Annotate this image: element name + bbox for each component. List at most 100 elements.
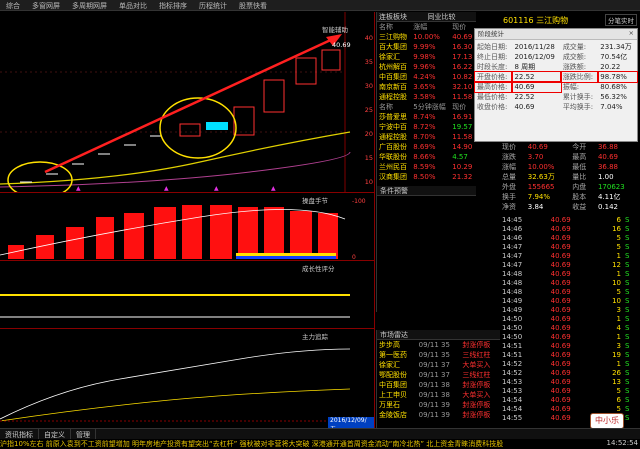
list-item[interactable]: 广百股份 8.69% 14.90 <box>377 142 476 152</box>
list-item[interactable]: 上工申贝 09/11 38 大单买入 <box>377 390 500 400</box>
menu-item[interactable]: 股票快看 <box>233 0 273 10</box>
dialog-title: 阶段统计 <box>475 29 637 40</box>
list-item[interactable]: 通程控股 3.58% 11.58 <box>377 92 476 102</box>
stock-code-name: 601116 三江购物 <box>503 15 569 25</box>
col-header[interactable]: 名称 <box>377 22 411 32</box>
sub-panel-mainforce[interactable]: 主力追踪 2016/12/09/五 <box>0 328 375 433</box>
close-icon[interactable]: × <box>629 29 634 37</box>
table-row: 14:47 40.69 5 S <box>502 242 630 251</box>
col-header[interactable]: 现价 <box>450 22 476 32</box>
list-item[interactable]: 三江购物 10.00% 40.69 <box>377 32 476 42</box>
col-header[interactable]: 5分钟涨幅 <box>411 102 450 112</box>
tab-manage[interactable]: 管理 <box>71 429 96 439</box>
candle <box>295 57 317 85</box>
news-ticker[interactable]: 沪指10%左右 前原入袁到不工资前望增加 明年房地产投资有望突出“去杠杆” 强秋… <box>0 439 640 449</box>
col-header[interactable]: 名称 <box>377 102 411 112</box>
tab-custom[interactable]: 自定义 <box>39 429 71 439</box>
mainforce-svg <box>0 348 351 422</box>
list-item[interactable]: 汉商集团 8.50% 21.32 <box>377 172 476 182</box>
table-row: 14:50 40.69 1 S <box>502 314 630 323</box>
table-row: 14:52 40.69 26 S <box>502 368 630 377</box>
menu-item[interactable]: 综合 <box>0 0 26 10</box>
table-row: 14:51 40.69 3 S <box>502 341 630 350</box>
list-item[interactable]: 莎普爱思 8.74% 16.91 <box>377 112 476 122</box>
list-item[interactable]: 宁波中百 8.72% 19.57 <box>377 122 476 132</box>
quote-header: 601116 三江购物 分笔实时 <box>500 12 640 28</box>
list-item[interactable]: 鄂配股份 09/11 37 三线红柱 <box>377 370 500 380</box>
svg-text:▲: ▲ <box>271 185 276 192</box>
period-stats-dialog: 阶段统计 × 起始日期: 2016/11/28 成交量: 231.34万 终止日期: 2… <box>473 28 638 142</box>
list-item[interactable]: 徐家汇 9.98% 17.13 <box>377 52 476 62</box>
table-row: 14:52 40.69 1 S <box>502 359 630 368</box>
candle <box>263 79 285 113</box>
tab-sector[interactable]: 连板板块 <box>377 12 428 21</box>
list-item[interactable]: 百大集团 9.99% 16.30 <box>377 42 476 52</box>
highlight-ellipse <box>7 161 73 199</box>
table-row: 14:46 40.69 16 S <box>502 224 630 233</box>
tab-indicator[interactable]: 资讯指标 <box>0 429 39 439</box>
tick-mode-button[interactable]: 分笔实时 <box>605 14 637 26</box>
top-menu-bar: 综合 多窗网屏 多周期网屏 单品对比 指标排序 历程统计 股票快看 <box>0 0 640 11</box>
stock-list-panel: 连板板块 同业比较 名称 涨幅 现价 三江购物 10.00% 40.69 百大集团 9… <box>376 12 476 312</box>
market-radar-panel: 市场雷达 步步高 09/11 35 封涨停板 第一医药 09/11 35 三线红柱 徐家… <box>376 330 500 428</box>
chart-tag: 智能辅助 <box>322 26 348 34</box>
table-row: 14:48 40.69 1 S <box>502 269 630 278</box>
sub-panel-operator[interactable]: 操盘手节 -100 0 <box>0 192 375 261</box>
ticker-text: 沪指10%左右 前原入袁到不工资前望增加 明年房地产投资有望突出“去杠杆” 强秋… <box>0 440 504 448</box>
table-row: 14:50 40.69 4 S <box>502 323 630 332</box>
list-item[interactable]: 兰州民百 8.59% 10.29 <box>377 162 476 172</box>
highlight-box <box>206 122 228 130</box>
svg-text:-100: -100 <box>352 198 366 205</box>
kline-chart[interactable]: ▲ ▲ ▲ ▲ 智能辅助 40.69 40 35 30 25 20 15 10 <box>0 12 375 199</box>
table-row: 14:50 40.69 1 S <box>502 332 630 341</box>
sub-panel-title: 操盘手节 <box>302 197 328 205</box>
table-row: 14:48 40.69 10 S <box>502 278 630 287</box>
menu-item[interactable]: 历程统计 <box>193 0 233 10</box>
list-item[interactable]: 第一医药 09/11 35 三线红柱 <box>377 350 500 360</box>
table-row: 14:46 40.69 5 S <box>502 233 630 242</box>
list-item[interactable]: 南京新百 3.65% 32.10 <box>377 82 476 92</box>
table-row: 14:53 40.69 5 S <box>502 386 630 395</box>
menu-item[interactable]: 多窗网屏 <box>26 0 66 10</box>
menu-item[interactable]: 指标排序 <box>153 0 193 10</box>
table-row: 14:49 40.69 10 S <box>502 296 630 305</box>
table-row: 14:51 40.69 19 S <box>502 350 630 359</box>
list-item[interactable]: 杭州解百 9.96% 16.22 <box>377 62 476 72</box>
sub-panel-title: 主力追踪 <box>302 333 328 341</box>
list-item[interactable]: 徐家汇 09/11 37 大单买入 <box>377 360 500 370</box>
sub-panel-growth[interactable]: 成长性评分 <box>0 260 375 328</box>
trade-ticks[interactable]: 14:45 40.69 6 S 14:46 40.69 16 S 14:46 40.69 5 S … <box>500 215 640 422</box>
table-row: 14:47 40.69 1 S <box>502 251 630 260</box>
list-item[interactable]: 中百集团 09/11 38 封涨停板 <box>377 380 500 390</box>
conditions-header[interactable]: 条件预警 <box>377 186 476 196</box>
svg-text:▲: ▲ <box>76 185 81 192</box>
svg-text:▲: ▲ <box>214 185 219 192</box>
list-item[interactable]: 万里石 09/11 39 封涨停板 <box>377 400 500 410</box>
list-item[interactable]: 华联股份 8.66% 4.57 <box>377 152 476 162</box>
col-header[interactable]: 现价 <box>450 102 476 112</box>
candle <box>179 123 201 137</box>
menu-item[interactable]: 多周期网屏 <box>66 0 113 10</box>
col-header[interactable]: 涨幅 <box>411 22 450 32</box>
clock: 14:52:54 <box>603 439 638 447</box>
table-row: 14:47 40.69 12 S <box>502 260 630 269</box>
ma-line-yellow <box>0 131 351 185</box>
list-item[interactable]: 中百集团 4.24% 10.82 <box>377 72 476 82</box>
table-row: 14:48 40.69 5 S <box>502 287 630 296</box>
high-price-label: 40.69 <box>332 41 351 49</box>
y-axis: 40 35 30 25 20 15 10 <box>364 34 373 186</box>
bottom-tab-bar: 资讯指标 自定义 管理 <box>0 428 640 439</box>
table-row: 14:49 40.69 3 S <box>502 305 630 314</box>
list-item[interactable]: 金陵饭店 09/11 39 封涨停板 <box>377 410 500 420</box>
table-row: 14:54 40.69 5 S <box>502 404 630 413</box>
list-item[interactable]: 步步高 09/11 35 封涨停板 <box>377 340 500 350</box>
sub-panel-title: 成长性评分 <box>302 265 335 273</box>
menu-item[interactable]: 单品对比 <box>113 0 153 10</box>
table-row: 14:54 40.69 6 S <box>502 395 630 404</box>
candle <box>321 49 341 71</box>
list-item[interactable]: 通程控股 8.70% 11.58 <box>377 132 476 142</box>
candle <box>233 106 255 136</box>
tab-peer[interactable]: 同业比较 <box>428 12 477 21</box>
table-row: 14:53 40.69 13 S <box>502 377 630 386</box>
radar-header[interactable]: 市场雷达 <box>377 330 500 340</box>
